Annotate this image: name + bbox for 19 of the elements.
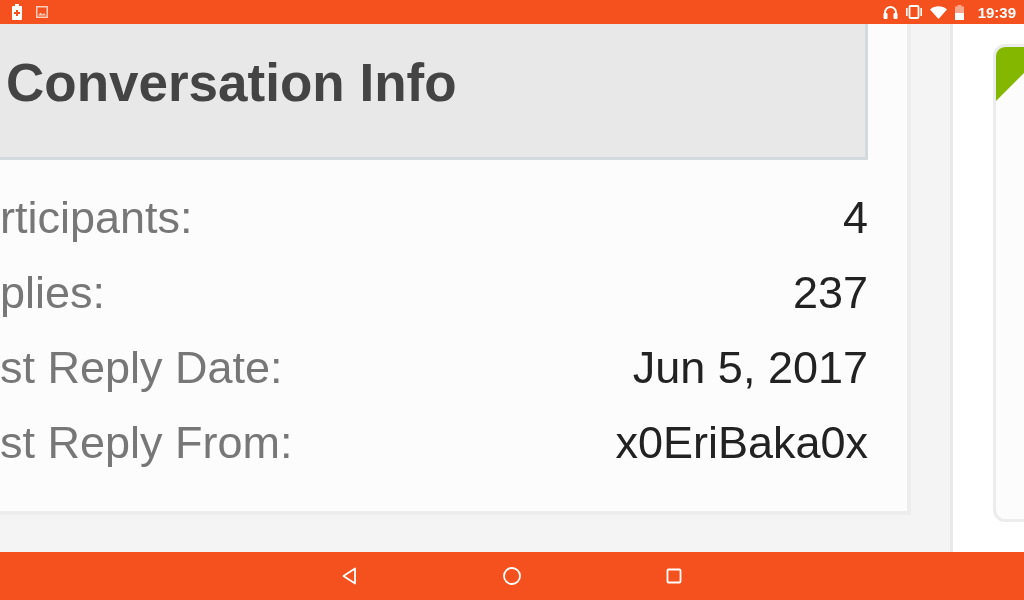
- image-icon: [36, 6, 48, 18]
- info-value: 237: [792, 266, 868, 319]
- info-value: 4: [842, 191, 868, 244]
- info-value: x0EriBaka0x: [615, 416, 868, 469]
- info-label: rticipants:: [0, 191, 193, 244]
- vibrate-icon: [905, 5, 922, 19]
- info-label: st Reply Date:: [0, 341, 283, 394]
- wifi-icon: [929, 5, 947, 19]
- info-label: st Reply From:: [0, 416, 293, 469]
- panel-title: Conversation Info: [6, 53, 457, 114]
- status-time: 19:39: [977, 4, 1016, 20]
- home-icon[interactable]: [502, 566, 522, 586]
- recent-apps-icon[interactable]: [664, 566, 684, 586]
- corner-tag-icon: [996, 47, 1024, 101]
- headphones-icon: [882, 5, 898, 19]
- info-value: Jun 5, 2017: [632, 341, 868, 394]
- battery-icon: [954, 4, 964, 20]
- battery-charging-icon: [12, 4, 22, 20]
- info-label: plies:: [0, 266, 106, 319]
